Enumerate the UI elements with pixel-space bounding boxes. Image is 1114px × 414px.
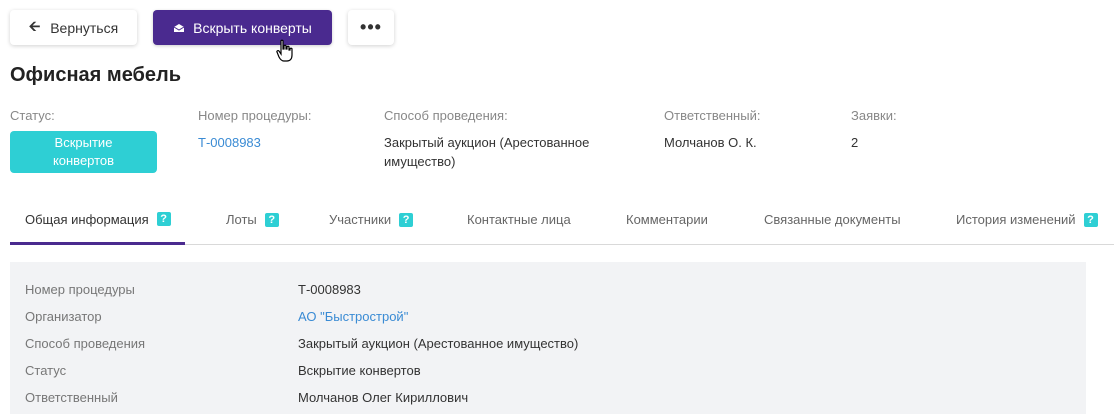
- help-icon[interactable]: ?: [264, 212, 279, 227]
- detail-value: Т-0008983: [298, 282, 361, 297]
- procedure-number-label: Номер процедуры:: [198, 108, 312, 123]
- method-label: Способ проведения:: [384, 108, 508, 123]
- arrow-left-icon: 🡨: [28, 17, 41, 34]
- hand-cursor-icon: [276, 39, 294, 68]
- tab-participants[interactable]: Участники ?: [329, 196, 414, 243]
- detail-value: Молчанов Олег Кириллович: [298, 390, 469, 405]
- responsible-value: Молчанов О. К.: [664, 135, 757, 150]
- tab-lots[interactable]: Лоты ?: [226, 196, 279, 243]
- tab-general-info[interactable]: Общая информация ?: [10, 196, 185, 245]
- method-value-line1: Закрытый аукцион (Арестованное: [384, 135, 590, 150]
- tab-comments[interactable]: Комментарии: [626, 196, 708, 243]
- procedure-number-link[interactable]: Т-0008983: [198, 133, 261, 152]
- tab-label: Связанные документы: [764, 212, 901, 227]
- detail-key: Ответственный: [25, 390, 118, 405]
- tab-bar: Общая информация ? Лоты ? Участники ? Ко…: [10, 196, 1114, 245]
- help-icon[interactable]: ?: [1083, 212, 1098, 227]
- method-value: Закрытый аукцион (Арестованное имущество…: [384, 133, 589, 171]
- status-badge: Вскрытие конвертов: [10, 131, 157, 173]
- envelope-icon: [173, 23, 185, 33]
- tab-label: Участники: [329, 212, 392, 227]
- help-icon[interactable]: ?: [399, 212, 414, 227]
- tab-related-documents[interactable]: Связанные документы: [764, 196, 901, 243]
- tab-history[interactable]: История изменений ?: [956, 196, 1098, 243]
- open-envelopes-button-label: Вскрыть конверты: [193, 19, 312, 36]
- back-button[interactable]: 🡨 Вернуться: [10, 10, 137, 45]
- detail-value: Вскрытие конвертов: [298, 363, 421, 378]
- bids-value: 2: [851, 135, 859, 150]
- tab-label: Общая информация: [25, 211, 149, 227]
- help-icon[interactable]: ?: [156, 212, 171, 226]
- detail-key: Статус: [25, 363, 67, 378]
- detail-key: Организатор: [25, 309, 102, 324]
- tab-label: Лоты: [226, 212, 257, 227]
- tab-label: Комментарии: [626, 212, 708, 227]
- detail-key: Номер процедуры: [25, 282, 135, 297]
- more-dots-icon: •••: [360, 17, 382, 37]
- more-button[interactable]: •••: [348, 10, 394, 45]
- responsible-label: Ответственный:: [664, 108, 761, 123]
- bids-label: Заявки:: [851, 108, 897, 123]
- method-value-line2: имущество): [384, 154, 456, 169]
- detail-value: Закрытый аукцион (Арестованное имущество…: [298, 336, 579, 351]
- tab-label: Контактные лица: [467, 212, 571, 227]
- tab-label: История изменений: [956, 212, 1076, 227]
- back-button-label: Вернуться: [50, 19, 119, 36]
- page-title: Офисная мебель: [10, 64, 182, 86]
- tab-contacts[interactable]: Контактные лица: [467, 196, 571, 243]
- detail-key: Способ проведения: [25, 336, 146, 351]
- general-info-panel: Номер процедуры Т-0008983 Организатор АО…: [10, 262, 1086, 414]
- status-label: Статус:: [10, 108, 55, 123]
- organizer-link[interactable]: АО "Быстрострой": [298, 309, 408, 324]
- open-envelopes-button[interactable]: Вскрыть конверты: [153, 10, 332, 45]
